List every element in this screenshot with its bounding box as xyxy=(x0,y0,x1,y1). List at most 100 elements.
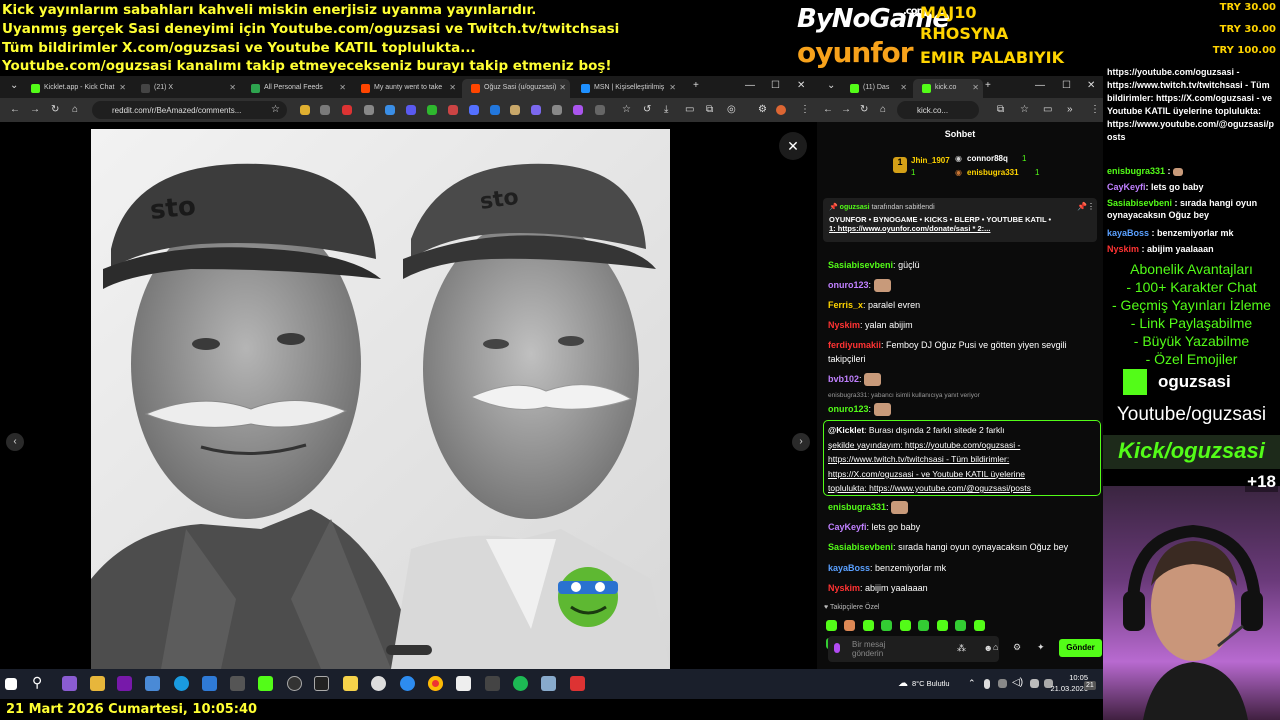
tab-close-icon[interactable]: ✕ xyxy=(669,83,676,92)
download-icon[interactable]: ⤓ xyxy=(664,104,668,115)
send-button[interactable]: Gönder xyxy=(1059,639,1102,657)
notification-badge[interactable]: 21 xyxy=(1084,681,1096,690)
microphone-icon[interactable] xyxy=(834,643,840,653)
browser-tab[interactable]: MSN | Kişiselleştirilmiş ✕ xyxy=(572,79,680,98)
emote-icon[interactable] xyxy=(899,620,911,632)
extension-icon[interactable] xyxy=(427,105,437,115)
camera-icon[interactable] xyxy=(230,676,245,691)
extension-icon[interactable] xyxy=(385,105,395,115)
reload-icon[interactable]: ↻ xyxy=(860,104,868,115)
new-tab-icon[interactable]: + xyxy=(693,80,699,91)
extension-icon[interactable] xyxy=(406,105,416,115)
extension-icon[interactable] xyxy=(448,105,458,115)
onenote-icon[interactable] xyxy=(117,676,132,691)
kick-app-icon[interactable] xyxy=(258,676,273,691)
notes-icon[interactable] xyxy=(343,676,358,691)
extension-icon[interactable] xyxy=(364,105,374,115)
browser-tab[interactable]: (11) Das ✕ xyxy=(841,79,911,98)
battery-icon[interactable] xyxy=(984,679,990,689)
avatar-icon[interactable] xyxy=(776,105,786,115)
pinned-message[interactable]: 📌 oguzsasi tarafından sabitlendi OYUNFOR… xyxy=(823,198,1097,242)
minimize-icon[interactable]: — xyxy=(1035,80,1045,91)
extensions-puzzle-icon[interactable] xyxy=(595,105,605,115)
emote-icon[interactable] xyxy=(936,620,948,632)
home-icon[interactable]: ⌂ xyxy=(880,104,886,115)
browser-tab-active[interactable]: kick.co ✕ xyxy=(913,79,983,98)
close-viewer-button[interactable]: ✕ xyxy=(779,132,807,160)
windows-start-icon[interactable] xyxy=(5,678,17,690)
extension-icon[interactable] xyxy=(490,105,500,115)
tab-close-icon[interactable]: ✕ xyxy=(900,83,907,92)
clock-time[interactable]: 10:05 xyxy=(1038,673,1088,682)
gift-icon[interactable]: ⁂ xyxy=(957,643,966,654)
tab-list-icon[interactable]: ⌄ xyxy=(827,80,835,91)
emote-icon[interactable] xyxy=(862,620,874,632)
screenshot-icon[interactable]: ⧉ xyxy=(706,104,713,115)
edge-icon[interactable] xyxy=(174,676,189,691)
emote-icon[interactable] xyxy=(918,620,930,632)
settings-icon[interactable]: ⚙ xyxy=(758,104,767,115)
app-icon[interactable] xyxy=(513,676,528,691)
history-icon[interactable]: ↺ xyxy=(643,104,651,115)
menu-icon[interactable]: ⋮ xyxy=(1090,104,1100,115)
tab-close-icon[interactable]: ✕ xyxy=(119,83,126,92)
more-icon[interactable]: » xyxy=(1067,104,1073,115)
app-icon[interactable] xyxy=(570,676,585,691)
extension-icon[interactable] xyxy=(300,105,310,115)
bookmark-star-icon[interactable]: ☆ xyxy=(622,104,631,115)
bookmark-star-icon[interactable]: ☆ xyxy=(271,104,280,115)
reload-icon[interactable]: ↻ xyxy=(51,104,59,115)
split-view-icon[interactable]: ▭ xyxy=(1043,104,1052,115)
tab-close-icon[interactable]: ✕ xyxy=(449,83,456,92)
file-explorer-icon[interactable] xyxy=(90,676,105,691)
extension-icon[interactable] xyxy=(469,105,479,115)
app-icon[interactable] xyxy=(400,676,415,691)
app-icon[interactable] xyxy=(541,676,556,691)
store-icon[interactable]: ⌂ xyxy=(993,642,998,652)
extensions-puzzle-icon[interactable]: ⧉ xyxy=(997,104,1004,115)
carousel-dots-icon[interactable] xyxy=(386,645,432,655)
back-icon[interactable]: ← xyxy=(10,104,20,115)
message-link[interactable]: şekilde yayındayım: https://youtube.com/… xyxy=(828,440,1020,450)
emote-icon[interactable] xyxy=(826,620,837,632)
extension-icon[interactable]: ✦ xyxy=(1037,642,1045,653)
emote-icon[interactable] xyxy=(881,620,893,632)
app-icon[interactable] xyxy=(287,676,302,691)
tab-close-icon[interactable]: ✕ xyxy=(559,83,566,92)
forward-icon[interactable]: → xyxy=(841,104,851,115)
extension-icon[interactable] xyxy=(552,105,562,115)
chrome-icon[interactable] xyxy=(428,676,443,691)
chat-input[interactable]: Bir mesaj gönderin ☻ xyxy=(828,636,999,662)
tab-close-icon[interactable]: ✕ xyxy=(229,83,236,92)
next-image-button[interactable]: › xyxy=(792,433,810,451)
extension-icon[interactable] xyxy=(342,105,352,115)
emoji-icon[interactable]: ☻ xyxy=(984,644,993,653)
extension-icon[interactable] xyxy=(510,105,520,115)
url-field[interactable]: kick.co... xyxy=(897,101,979,119)
minimize-icon[interactable]: — xyxy=(745,80,755,91)
bookmark-star-icon[interactable]: ☆ xyxy=(1020,104,1029,115)
search-icon[interactable]: ⚲ xyxy=(32,674,42,691)
previous-image-button[interactable]: ‹ xyxy=(6,433,24,451)
more-options-icon[interactable]: ⋮ xyxy=(1087,202,1095,211)
browser-tab[interactable]: (21) X ✕ xyxy=(132,79,240,98)
tray-icon[interactable] xyxy=(998,679,1007,688)
new-tab-icon[interactable]: + xyxy=(985,80,991,91)
clock-date[interactable]: 21.03.2026 xyxy=(1038,684,1088,693)
profile-icon[interactable]: ◎ xyxy=(727,104,736,115)
weather-text[interactable]: 8°C Bulutlu xyxy=(912,679,950,688)
extension-icon[interactable] xyxy=(531,105,541,115)
message-link[interactable]: https://www.twitch.tv/twitchsasi - Tüm b… xyxy=(828,454,1009,464)
close-window-icon[interactable]: ✕ xyxy=(1087,80,1095,91)
browser-tab[interactable]: All Personal Feeds ✕ xyxy=(242,79,350,98)
unpin-icon[interactable]: 📌 xyxy=(1077,202,1087,211)
extension-icon[interactable] xyxy=(573,105,583,115)
settings-icon[interactable]: ⚙ xyxy=(1013,642,1021,653)
app-icon[interactable] xyxy=(202,676,217,691)
url-field[interactable]: reddit.com/r/BeAmazed/comments... xyxy=(92,101,287,119)
emote-icon[interactable] xyxy=(955,620,967,632)
app-icon[interactable] xyxy=(456,676,471,691)
tab-close-icon[interactable]: ✕ xyxy=(339,83,346,92)
app-icon[interactable] xyxy=(371,676,386,691)
app-icon[interactable] xyxy=(62,676,77,691)
